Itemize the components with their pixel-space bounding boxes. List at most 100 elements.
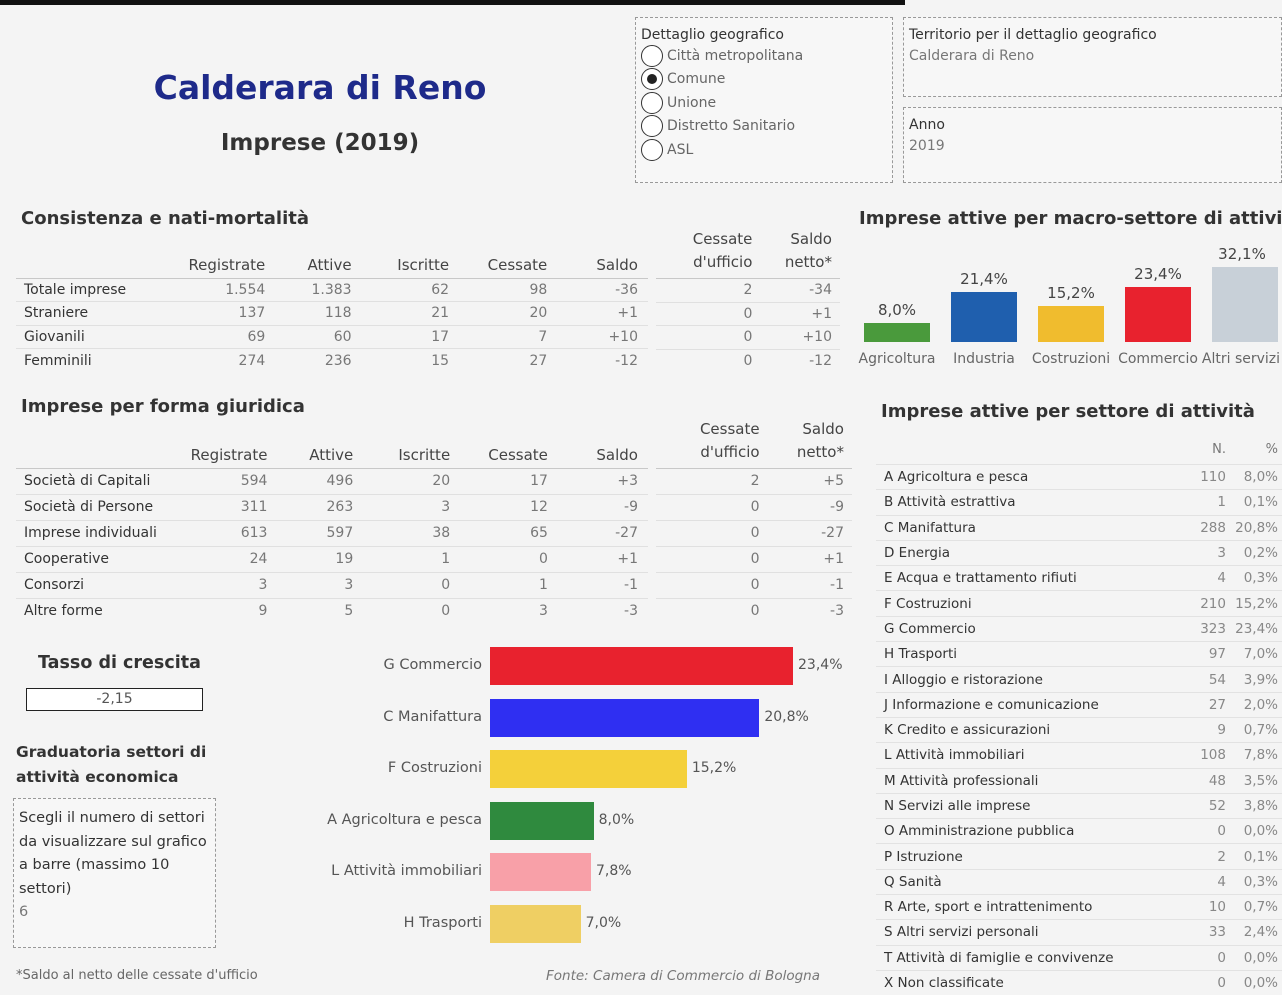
cell-value: 2 [1174,843,1230,870]
cell-value: 0 [460,545,558,572]
ranking-category-label: A Agricoltura e pesca [327,811,482,828]
cell-value: 3 [168,571,278,598]
cell-value: -3 [557,597,648,624]
cell-value: 0 [1174,969,1230,995]
cell-value: 3,5% [1230,767,1282,794]
graduatoria-title-line1: Graduatoria settori di [16,743,207,761]
sector-label: K Credito e assicurazioni [876,716,1174,743]
cell-value: 1 [363,545,461,572]
macro-value-label: 23,4% [1134,265,1182,283]
geo-option[interactable]: Comune [641,68,892,92]
cell-value: 0,0% [1230,818,1282,844]
tasso-value: -2,15 [26,688,203,711]
cell-value: 4 [1174,565,1230,591]
cell-value: 0 [656,493,768,520]
top-bar [0,0,905,5]
table-row: I Alloggio e ristorazione 54 3,9% [876,666,1282,693]
forma-title: Imprese per forma giuridica [21,396,305,417]
table-header-row: Cessate d'ufficio Saldo netto* [656,416,852,469]
column-header: % [1265,441,1278,457]
anno-panel[interactable]: Anno 2019 [903,107,1282,183]
geo-option[interactable]: Città metropolitana [641,44,892,68]
cell-value: 33 [1174,919,1230,946]
cell-value: 15,2% [1230,590,1282,617]
macro-bar [1038,306,1104,342]
table-row: N Servizi alle imprese 52 3,8% [876,792,1282,819]
table-row: Totale imprese 1.554 1.383 62 98 -36 [16,277,648,302]
column-header: Cessate [459,250,558,279]
territorio-panel[interactable]: Territorio per il dettaglio geografico C… [903,17,1282,97]
geo-filter-label: Dettaglio geografico [641,27,785,43]
cell-value: 2,0% [1230,691,1282,718]
cell-value: 613 [168,519,278,546]
cell-value: 97 [1174,641,1230,667]
macro-value-label: 32,1% [1218,244,1266,263]
cell-value: -12 [760,348,840,373]
macro-value-label: 8,0% [877,301,917,320]
cell-value: 1 [1174,489,1230,516]
ranking-value-label: 15,2% [691,760,737,776]
cell-value: 0 [656,348,761,373]
cell-value: 5 [277,597,364,624]
geo-option-label: Comune [667,71,726,88]
cell-value: 0 [1174,944,1230,971]
table-row: 0 -3 [656,597,852,624]
cell-value: 17 [361,324,460,349]
forma-table: Registrate Attive Iscritte Cessate Saldo Soci… [16,438,648,624]
row-label: Consorzi [16,571,169,598]
cell-value: 23,4% [1230,615,1282,642]
cell-value: 0 [656,597,768,624]
cell-value: 4 [1174,868,1230,895]
geo-option[interactable]: Unione [641,91,892,115]
cell-value: 210 [1174,590,1230,617]
column-header [16,438,169,469]
cell-value: 1.554 [161,277,276,302]
cell-value: 98 [459,277,558,302]
geo-option[interactable]: Distretto Sanitario [641,115,892,139]
cell-value: 496 [277,467,364,494]
ranking-bar [490,647,794,685]
settore-title: Imprese attive per settore di attività [881,401,1255,422]
cell-value: 0 [656,545,768,572]
table-row: 2 +5 [656,467,852,494]
table-row: 0 -27 [656,519,852,546]
territorio-value: Calderara di Reno [909,48,1035,64]
sector-label: N Servizi alle imprese [876,792,1174,819]
cell-value: 0,3% [1230,565,1282,591]
cell-value: 3,9% [1230,666,1282,693]
sector-label: G Commercio [876,615,1174,642]
macro-value-label: 21,4% [960,269,1008,288]
cell-value: 0 [656,571,768,598]
cell-value: +10 [760,325,840,349]
sector-label: E Acqua e trattamento rifiuti [876,565,1174,591]
cell-value: 24 [168,545,278,572]
settore-table: N.% A Agricoltura e pesca 110 8,0% B Attivit… [876,438,1282,995]
ranking-bar [490,904,581,943]
cell-value: 27 [459,348,558,372]
radio-button[interactable] [641,91,663,114]
page-title: Calderara di Reno [153,68,487,107]
radio-button[interactable] [641,68,663,91]
geo-option[interactable]: ASL [641,138,892,162]
page-subtitle: Imprese (2019) [220,130,420,156]
cell-value: 137 [161,301,276,325]
column-header: Iscritte [361,250,460,279]
table-row: O Amministrazione pubblica 0 0,0% [876,818,1282,844]
radio-button[interactable] [641,138,663,161]
cell-value: 3,8% [1230,792,1282,819]
radio-button[interactable] [641,115,663,138]
sector-label: J Informazione e comunicazione [876,691,1174,718]
sector-label: S Altri servizi personali [876,919,1174,946]
cell-value: +1 [760,301,840,326]
table-row: E Acqua e trattamento rifiuti 4 0,3% [876,565,1282,591]
geo-option-label: ASL [667,141,694,158]
column-header: Saldo [557,438,648,469]
radio-button[interactable] [641,44,663,67]
sector-label: F Costruzioni [876,590,1174,617]
macro-category-label: Commercio [1118,351,1198,367]
cell-value: 108 [1174,742,1230,769]
cell-value: 0,2% [1230,539,1282,566]
cell-value: 10 [1174,894,1230,920]
column-header: Attive [275,250,362,279]
sector-label: D Energia [876,539,1174,566]
